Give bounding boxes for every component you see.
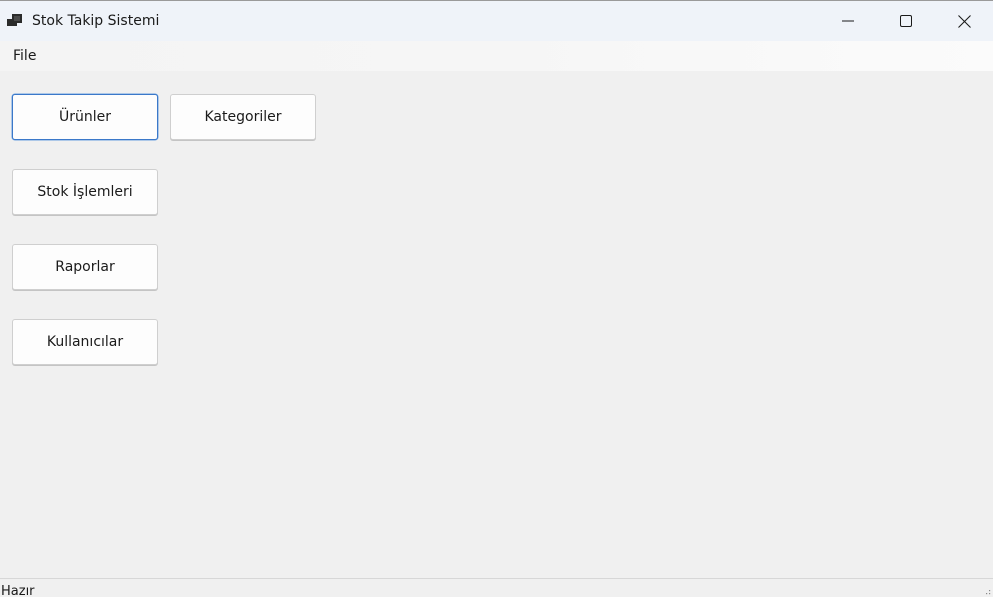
maximize-icon [900, 15, 912, 27]
window-title: Stok Takip Sistemi [32, 13, 160, 29]
close-button[interactable] [935, 1, 993, 41]
menu-bar: File [0, 41, 993, 71]
minimize-icon [842, 20, 854, 22]
urunler-button[interactable]: Ürünler [12, 94, 158, 140]
menu-file[interactable]: File [7, 44, 42, 68]
status-bar: Hazır [0, 578, 993, 597]
close-icon [957, 14, 971, 28]
title-bar[interactable]: Stok Takip Sistemi [0, 1, 993, 41]
main-window: Stok Takip Sistemi File Ürünler Kategori… [0, 0, 993, 597]
kullanicilar-button[interactable]: Kullanıcılar [12, 319, 158, 365]
maximize-button[interactable] [877, 1, 935, 41]
kategoriler-button[interactable]: Kategoriler [170, 94, 316, 140]
status-label: Hazır [1, 584, 35, 597]
resize-grip-icon[interactable] [983, 588, 991, 596]
stok-islemleri-button[interactable]: Stok İşlemleri [12, 169, 158, 215]
minimize-button[interactable] [819, 1, 877, 41]
app-window-icon [7, 14, 22, 26]
raporlar-button[interactable]: Raporlar [12, 244, 158, 290]
